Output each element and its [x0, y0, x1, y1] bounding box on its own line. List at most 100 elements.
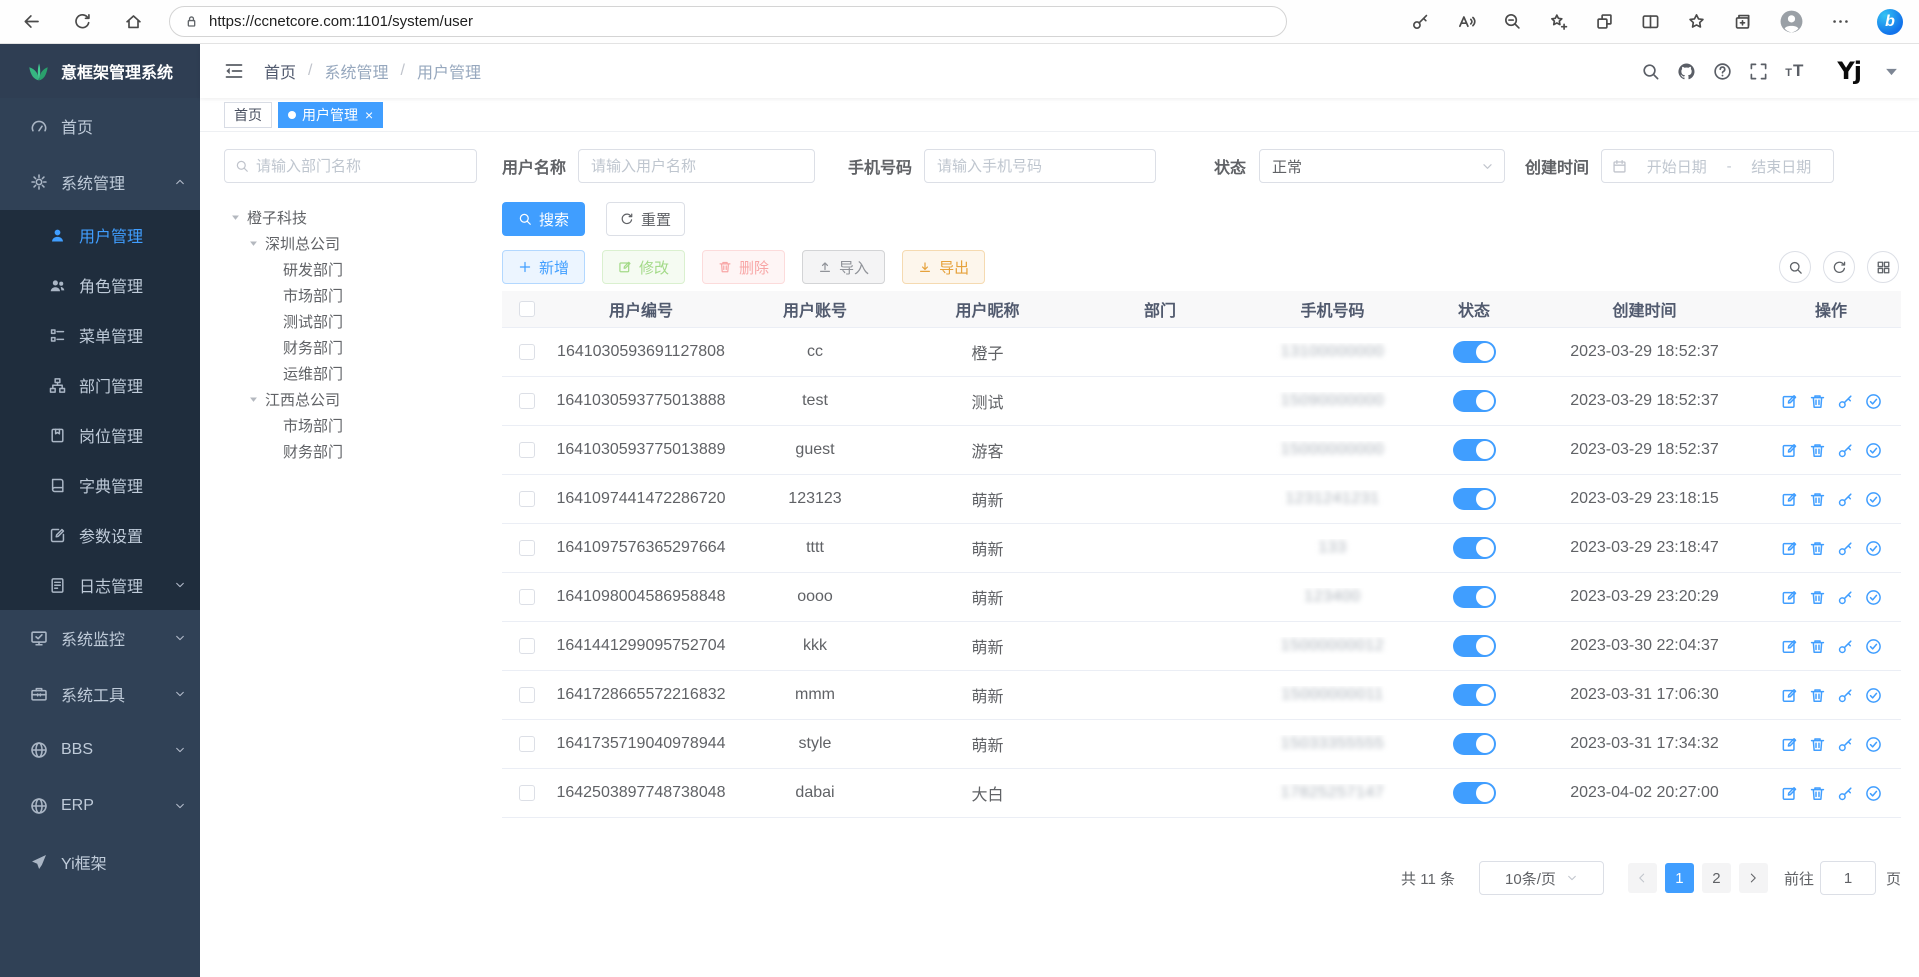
address-bar[interactable]: https://ccnetcore.com:1101/system/user	[169, 6, 1287, 37]
key-icon[interactable]	[1837, 687, 1854, 704]
edit-pencil-icon[interactable]	[1781, 736, 1798, 753]
refresh-icon[interactable]	[73, 12, 92, 31]
trash-icon[interactable]	[1809, 491, 1826, 508]
reset-button[interactable]: 重置	[606, 202, 685, 236]
tab-close-icon[interactable]: ×	[365, 107, 373, 123]
sidebar-item-log-management[interactable]: 日志管理	[0, 560, 200, 610]
row-checkbox[interactable]	[519, 344, 535, 360]
username-input[interactable]	[591, 150, 802, 182]
tree-node[interactable]: 深圳总公司	[224, 230, 496, 256]
status-toggle[interactable]	[1453, 684, 1496, 706]
font-size-icon[interactable]: TT	[1785, 61, 1804, 81]
check-circle-icon[interactable]	[1865, 491, 1882, 508]
trash-icon[interactable]	[1809, 638, 1826, 655]
page-button-1[interactable]: 1	[1665, 863, 1694, 893]
key-icon[interactable]	[1837, 736, 1854, 753]
tab-user-management[interactable]: 用户管理×	[278, 102, 383, 128]
tree-node[interactable]: 测试部门	[224, 308, 496, 334]
prev-page-button[interactable]	[1628, 863, 1657, 893]
breadcrumb-item[interactable]: 用户管理	[417, 59, 481, 83]
edit-button[interactable]: 修改	[602, 250, 685, 284]
sidebar-item-home[interactable]: 首页	[0, 98, 200, 154]
check-circle-icon[interactable]	[1865, 736, 1882, 753]
check-circle-icon[interactable]	[1865, 393, 1882, 410]
more-icon[interactable]	[1831, 12, 1850, 31]
tree-caret-icon[interactable]	[248, 394, 259, 405]
help-icon[interactable]	[1713, 62, 1732, 81]
key-icon[interactable]	[1837, 589, 1854, 606]
page-size-select[interactable]: 10条/页	[1479, 861, 1604, 895]
key-icon[interactable]	[1411, 12, 1430, 31]
row-checkbox[interactable]	[519, 540, 535, 556]
search-button[interactable]: 搜索	[502, 202, 585, 236]
row-checkbox[interactable]	[519, 687, 535, 703]
row-checkbox[interactable]	[519, 785, 535, 801]
sidebar-item-role-management[interactable]: 角色管理	[0, 260, 200, 310]
edit-pencil-icon[interactable]	[1781, 687, 1798, 704]
status-toggle[interactable]	[1453, 586, 1496, 608]
search-icon[interactable]	[1641, 62, 1660, 81]
breadcrumb-item[interactable]: 首页	[264, 59, 296, 83]
tree-node[interactable]: 运维部门	[224, 360, 496, 386]
tree-node[interactable]: 研发部门	[224, 256, 496, 282]
sidebar-item-dict-management[interactable]: 字典管理	[0, 460, 200, 510]
trash-icon[interactable]	[1809, 589, 1826, 606]
check-circle-icon[interactable]	[1865, 589, 1882, 606]
home-icon[interactable]	[124, 12, 143, 31]
sidebar-item-system-tools[interactable]: 系统工具	[0, 666, 200, 722]
tab-home[interactable]: 首页	[224, 102, 272, 128]
key-icon[interactable]	[1837, 540, 1854, 557]
status-toggle[interactable]	[1453, 537, 1496, 559]
export-button[interactable]: 导出	[902, 250, 985, 284]
tree-node[interactable]: 市场部门	[224, 282, 496, 308]
sidebar-item-bbs[interactable]: BBS	[0, 722, 200, 778]
user-avatar[interactable]: Yj	[1837, 57, 1861, 85]
row-checkbox[interactable]	[519, 638, 535, 654]
copilot-icon[interactable]: b	[1877, 9, 1903, 35]
edit-pencil-icon[interactable]	[1781, 393, 1798, 410]
next-page-button[interactable]	[1739, 863, 1768, 893]
extensions-icon[interactable]	[1595, 12, 1614, 31]
status-toggle[interactable]	[1453, 341, 1496, 363]
status-toggle[interactable]	[1453, 439, 1496, 461]
sidebar-item-system-management[interactable]: 系统管理	[0, 154, 200, 210]
key-icon[interactable]	[1837, 638, 1854, 655]
key-icon[interactable]	[1837, 491, 1854, 508]
status-select[interactable]: 正常	[1259, 149, 1505, 183]
sidebar-item-param-settings[interactable]: 参数设置	[0, 510, 200, 560]
check-circle-icon[interactable]	[1865, 638, 1882, 655]
split-screen-icon[interactable]	[1641, 12, 1660, 31]
row-checkbox[interactable]	[519, 491, 535, 507]
edit-pencil-icon[interactable]	[1781, 442, 1798, 459]
check-circle-icon[interactable]	[1865, 785, 1882, 802]
tree-caret-icon[interactable]	[248, 238, 259, 249]
import-button[interactable]: 导入	[802, 250, 885, 284]
edit-pencil-icon[interactable]	[1781, 491, 1798, 508]
row-checkbox[interactable]	[519, 589, 535, 605]
sidebar-item-post-management[interactable]: 岗位管理	[0, 410, 200, 460]
read-aloud-icon[interactable]	[1457, 12, 1476, 31]
fullscreen-icon[interactable]	[1749, 62, 1768, 81]
check-circle-icon[interactable]	[1865, 442, 1882, 459]
favorite-add-icon[interactable]	[1549, 12, 1568, 31]
phone-input[interactable]	[937, 150, 1143, 182]
back-icon[interactable]	[22, 12, 41, 31]
sidebar-item-dept-management[interactable]: 部门管理	[0, 360, 200, 410]
sidebar-fold-icon[interactable]	[224, 61, 244, 81]
status-toggle[interactable]	[1453, 635, 1496, 657]
add-button[interactable]: 新增	[502, 250, 585, 284]
tree-node[interactable]: 财务部门	[224, 438, 496, 464]
edit-pencil-icon[interactable]	[1781, 638, 1798, 655]
sidebar-item-user-management[interactable]: 用户管理	[0, 210, 200, 260]
sidebar-item-menu-management[interactable]: 菜单管理	[0, 310, 200, 360]
tree-node[interactable]: 橙子科技	[224, 204, 496, 230]
row-checkbox[interactable]	[519, 442, 535, 458]
refresh-tool-button[interactable]	[1823, 251, 1855, 283]
grid-tool-button[interactable]	[1867, 251, 1899, 283]
tree-node[interactable]: 市场部门	[224, 412, 496, 438]
status-toggle[interactable]	[1453, 488, 1496, 510]
tree-node[interactable]: 财务部门	[224, 334, 496, 360]
key-icon[interactable]	[1837, 785, 1854, 802]
check-circle-icon[interactable]	[1865, 687, 1882, 704]
profile-avatar[interactable]	[1779, 9, 1804, 34]
